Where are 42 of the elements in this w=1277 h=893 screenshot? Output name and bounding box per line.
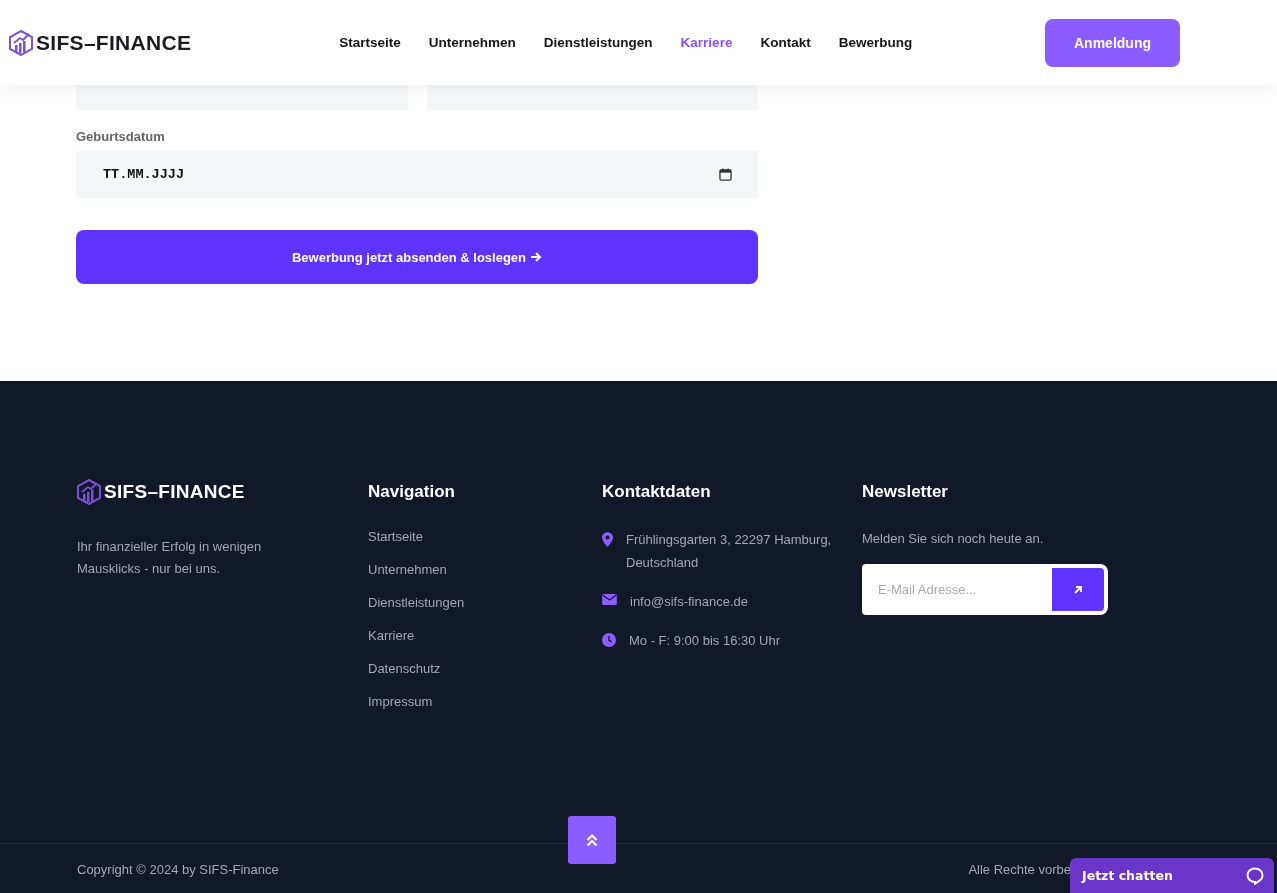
- nav-link[interactable]: Startseite: [339, 35, 401, 50]
- clock-icon: [602, 633, 616, 647]
- arrow-up-right-icon: [1073, 584, 1083, 595]
- location-pin-icon: [602, 532, 613, 547]
- copyright-text: Copyright © 2024 by SIFS-Finance: [77, 861, 279, 877]
- date-field[interactable]: TT.MM.JJJJ: [76, 151, 758, 198]
- arrow-right-icon: [530, 251, 542, 263]
- footer-link[interactable]: Karriere: [368, 628, 602, 643]
- email-field[interactable]: E-Mail Adresse...: [862, 564, 1052, 615]
- logo-text: SIFS–FINANCE: [104, 481, 245, 503]
- newsletter-text: Melden Sie sich noch heute an.: [862, 531, 1045, 546]
- submit-button[interactable]: Bewerbung jetzt absenden & loslegen: [76, 230, 758, 284]
- field-label: Geburtsdatum: [76, 129, 166, 144]
- footer-link[interactable]: Dienstleistungen: [368, 595, 602, 610]
- tagline: Ihr finanzieller Erfolg in wenigen Mausklicks - nur bei uns.: [77, 538, 263, 578]
- login-button[interactable]: Anmeldung: [1045, 18, 1180, 67]
- chat-widget[interactable]: Jetzt chatten: [1070, 858, 1274, 893]
- nav-link[interactable]: Karriere: [680, 35, 733, 50]
- envelope-icon: [602, 594, 617, 605]
- double-chevron-up-icon: [586, 833, 598, 847]
- footer-link[interactable]: Unternehmen: [368, 562, 602, 577]
- contact-text: Frühlingsgarten 3, 22297 Hamburg, Deutschland: [626, 531, 833, 572]
- footer-link[interactable]: Impressum: [368, 694, 602, 709]
- rights-text: Alle Rechte vorbe: [968, 861, 1071, 877]
- nav-link[interactable]: Unternehmen: [428, 35, 516, 50]
- footer-link[interactable]: Datenschutz: [368, 661, 602, 676]
- nav-link[interactable]: Kontakt: [760, 35, 811, 50]
- nav-link[interactable]: Bewerbung: [838, 35, 913, 50]
- footer-link[interactable]: Startseite: [368, 529, 602, 544]
- scroll-top-button[interactable]: [568, 816, 616, 864]
- contact-text: info@sifs-finance.de: [630, 593, 749, 611]
- logo-icon: [9, 29, 33, 56]
- contact-text: Mo - F: 9:00 bis 16:30 Uhr: [629, 632, 781, 650]
- column-heading: Navigation: [368, 482, 456, 502]
- logo-icon: [77, 479, 101, 505]
- chat-bubble-icon: [1246, 866, 1264, 885]
- column-heading: Kontaktdaten: [602, 482, 712, 502]
- calendar-icon: [719, 168, 732, 181]
- subscribe-button[interactable]: [1052, 564, 1108, 615]
- column-heading: Newsletter: [862, 482, 949, 502]
- nav-link[interactable]: Dienstleistungen: [543, 35, 653, 50]
- logo-text: SIFS–FINANCE: [36, 30, 192, 55]
